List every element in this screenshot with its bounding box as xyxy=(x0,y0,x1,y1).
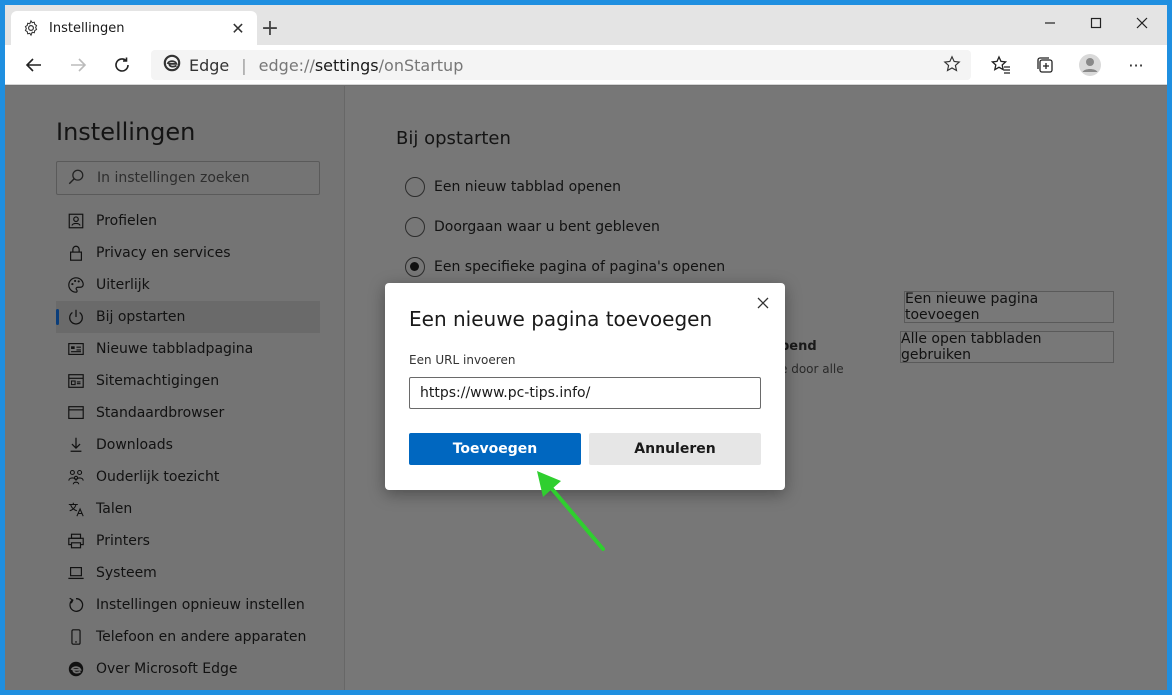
new-tab-button[interactable]: + xyxy=(257,15,283,41)
reset-icon xyxy=(66,595,86,615)
sidebar-item-label: Telefoon en andere apparaten xyxy=(96,629,307,645)
settings-search-input[interactable]: In instellingen zoeken xyxy=(56,161,320,195)
toolbar: Edge | edge://settings/onStartup ··· xyxy=(5,45,1167,85)
sidebar-item-sitemachtigingen[interactable]: Sitemachtigingen xyxy=(56,365,320,397)
browser-window: Instellingen ✕ + Edge | edge://settings/… xyxy=(5,5,1167,690)
address-separator: | xyxy=(241,55,247,75)
sidebar-item-talen[interactable]: Talen xyxy=(56,493,320,525)
page-title: Bij opstarten xyxy=(396,128,511,149)
sidebar-item-label: Privacy en services xyxy=(96,245,231,261)
partial-heading: pend xyxy=(780,339,817,354)
sidebar-item-label: Over Microsoft Edge xyxy=(96,661,238,677)
sidebar-item-standaardbrowser[interactable]: Standaardbrowser xyxy=(56,397,320,429)
sidebar-item-printers[interactable]: Printers xyxy=(56,525,320,557)
radio-continue[interactable]: Doorgaan waar u bent gebleven xyxy=(405,217,660,237)
sidebar-item-ouderlijk-toezicht[interactable]: Ouderlijk toezicht xyxy=(56,461,320,493)
radio-specific-pages[interactable]: Een specifieke pagina of pagina's openen xyxy=(405,257,725,277)
address-brand: Edge xyxy=(189,55,230,75)
sidebar-item-label: Downloads xyxy=(96,437,173,453)
newtab-page-icon xyxy=(66,339,86,359)
radio-button[interactable] xyxy=(405,217,425,237)
add-page-dialog: Een nieuwe pagina toevoegen Een URL invo… xyxy=(385,283,785,490)
tab-close-icon[interactable]: ✕ xyxy=(229,19,247,38)
refresh-button[interactable] xyxy=(107,51,137,79)
sidebar-item-bij-opstarten[interactable]: Bij opstarten xyxy=(56,301,320,333)
search-placeholder: In instellingen zoeken xyxy=(97,170,250,186)
radio-button-selected[interactable] xyxy=(405,257,425,277)
forward-button[interactable] xyxy=(63,51,93,79)
profile-avatar[interactable] xyxy=(1075,51,1105,79)
sidebar-item-over-edge[interactable]: Over Microsoft Edge xyxy=(56,653,320,685)
power-icon xyxy=(66,307,86,327)
maximize-button[interactable] xyxy=(1073,5,1119,41)
site-permissions-icon xyxy=(66,371,86,391)
dialog-title: Een nieuwe pagina toevoegen xyxy=(409,307,713,331)
sidebar-item-label: Bij opstarten xyxy=(96,309,186,325)
sidebar-title: Instellingen xyxy=(56,118,196,146)
printer-icon xyxy=(66,531,86,551)
sidebar-item-systeem[interactable]: Systeem xyxy=(56,557,320,589)
sidebar-item-label: Nieuwe tabbladpagina xyxy=(96,341,254,357)
add-button[interactable]: Toevoegen xyxy=(409,433,581,465)
browser-icon xyxy=(66,403,86,423)
lock-icon xyxy=(66,243,86,263)
laptop-icon xyxy=(66,563,86,583)
back-button[interactable] xyxy=(19,51,49,79)
sidebar-item-label: Instellingen opnieuw instellen xyxy=(96,597,305,613)
address-bar[interactable]: Edge | edge://settings/onStartup xyxy=(151,50,971,80)
palette-icon xyxy=(66,275,86,295)
sidebar-item-telefoon[interactable]: Telefoon en andere apparaten xyxy=(56,621,320,653)
sidebar-item-label: Uiterlijk xyxy=(96,277,150,293)
download-icon xyxy=(66,435,86,455)
edge-logo-icon xyxy=(163,54,181,76)
partial-description: e door alle xyxy=(780,362,844,376)
radio-label: Doorgaan waar u bent gebleven xyxy=(434,219,660,235)
language-icon xyxy=(66,499,86,519)
favorite-star-icon[interactable] xyxy=(943,55,963,75)
sidebar-item-label: Systeem xyxy=(96,565,157,581)
green-arrow-annotation xyxy=(537,471,605,551)
sidebar-item-privacy[interactable]: Privacy en services xyxy=(56,237,320,269)
radio-label: Een nieuw tabblad openen xyxy=(434,179,622,195)
sidebar-item-label: Ouderlijk toezicht xyxy=(96,469,220,485)
sidebar-item-uiterlijk[interactable]: Uiterlijk xyxy=(56,269,320,301)
sidebar-item-nieuwe-tabbladpagina[interactable]: Nieuwe tabbladpagina xyxy=(56,333,320,365)
sidebar-item-label: Standaardbrowser xyxy=(96,405,225,421)
radio-button[interactable] xyxy=(405,177,425,197)
tab-settings[interactable]: Instellingen ✕ xyxy=(11,11,257,45)
edge-logo-icon xyxy=(66,659,86,679)
tab-title: Instellingen xyxy=(49,20,125,36)
gear-icon xyxy=(21,18,41,38)
settings-sidebar: Instellingen In instellingen zoeken Prof… xyxy=(5,86,345,690)
address-url: edge://settings/onStartup xyxy=(258,55,464,75)
sidebar-item-reset[interactable]: Instellingen opnieuw instellen xyxy=(56,589,320,621)
sidebar-item-label: Talen xyxy=(96,501,133,517)
minimize-button[interactable] xyxy=(1027,5,1073,41)
family-icon xyxy=(66,467,86,487)
add-new-page-button[interactable]: Een nieuwe pagina toevoegen xyxy=(904,291,1114,323)
radio-label: Een specifieke pagina of pagina's openen xyxy=(434,259,726,275)
sidebar-item-label: Printers xyxy=(96,533,150,549)
favorites-icon[interactable] xyxy=(986,51,1016,79)
more-options-icon[interactable]: ··· xyxy=(1121,51,1151,79)
tab-strip: Instellingen ✕ + xyxy=(5,5,1167,45)
sidebar-menu: Profielen Privacy en services Uiterlijk … xyxy=(56,205,320,685)
sidebar-item-label: Sitemachtigingen xyxy=(96,373,220,389)
sidebar-item-label: Profielen xyxy=(96,213,158,229)
sidebar-item-profielen[interactable]: Profielen xyxy=(56,205,320,237)
close-window-button[interactable] xyxy=(1119,5,1165,41)
collections-icon[interactable] xyxy=(1030,51,1060,79)
cancel-button[interactable]: Annuleren xyxy=(589,433,761,465)
search-icon xyxy=(67,168,87,188)
radio-new-tab[interactable]: Een nieuw tabblad openen xyxy=(405,177,621,197)
url-input[interactable] xyxy=(409,377,761,409)
use-all-open-tabs-button[interactable]: Alle open tabbladen gebruiken xyxy=(900,331,1114,363)
phone-icon xyxy=(66,627,86,647)
sidebar-item-downloads[interactable]: Downloads xyxy=(56,429,320,461)
url-field-label: Een URL invoeren xyxy=(409,353,516,367)
dialog-close-icon[interactable] xyxy=(753,293,773,313)
profile-icon xyxy=(66,211,86,231)
